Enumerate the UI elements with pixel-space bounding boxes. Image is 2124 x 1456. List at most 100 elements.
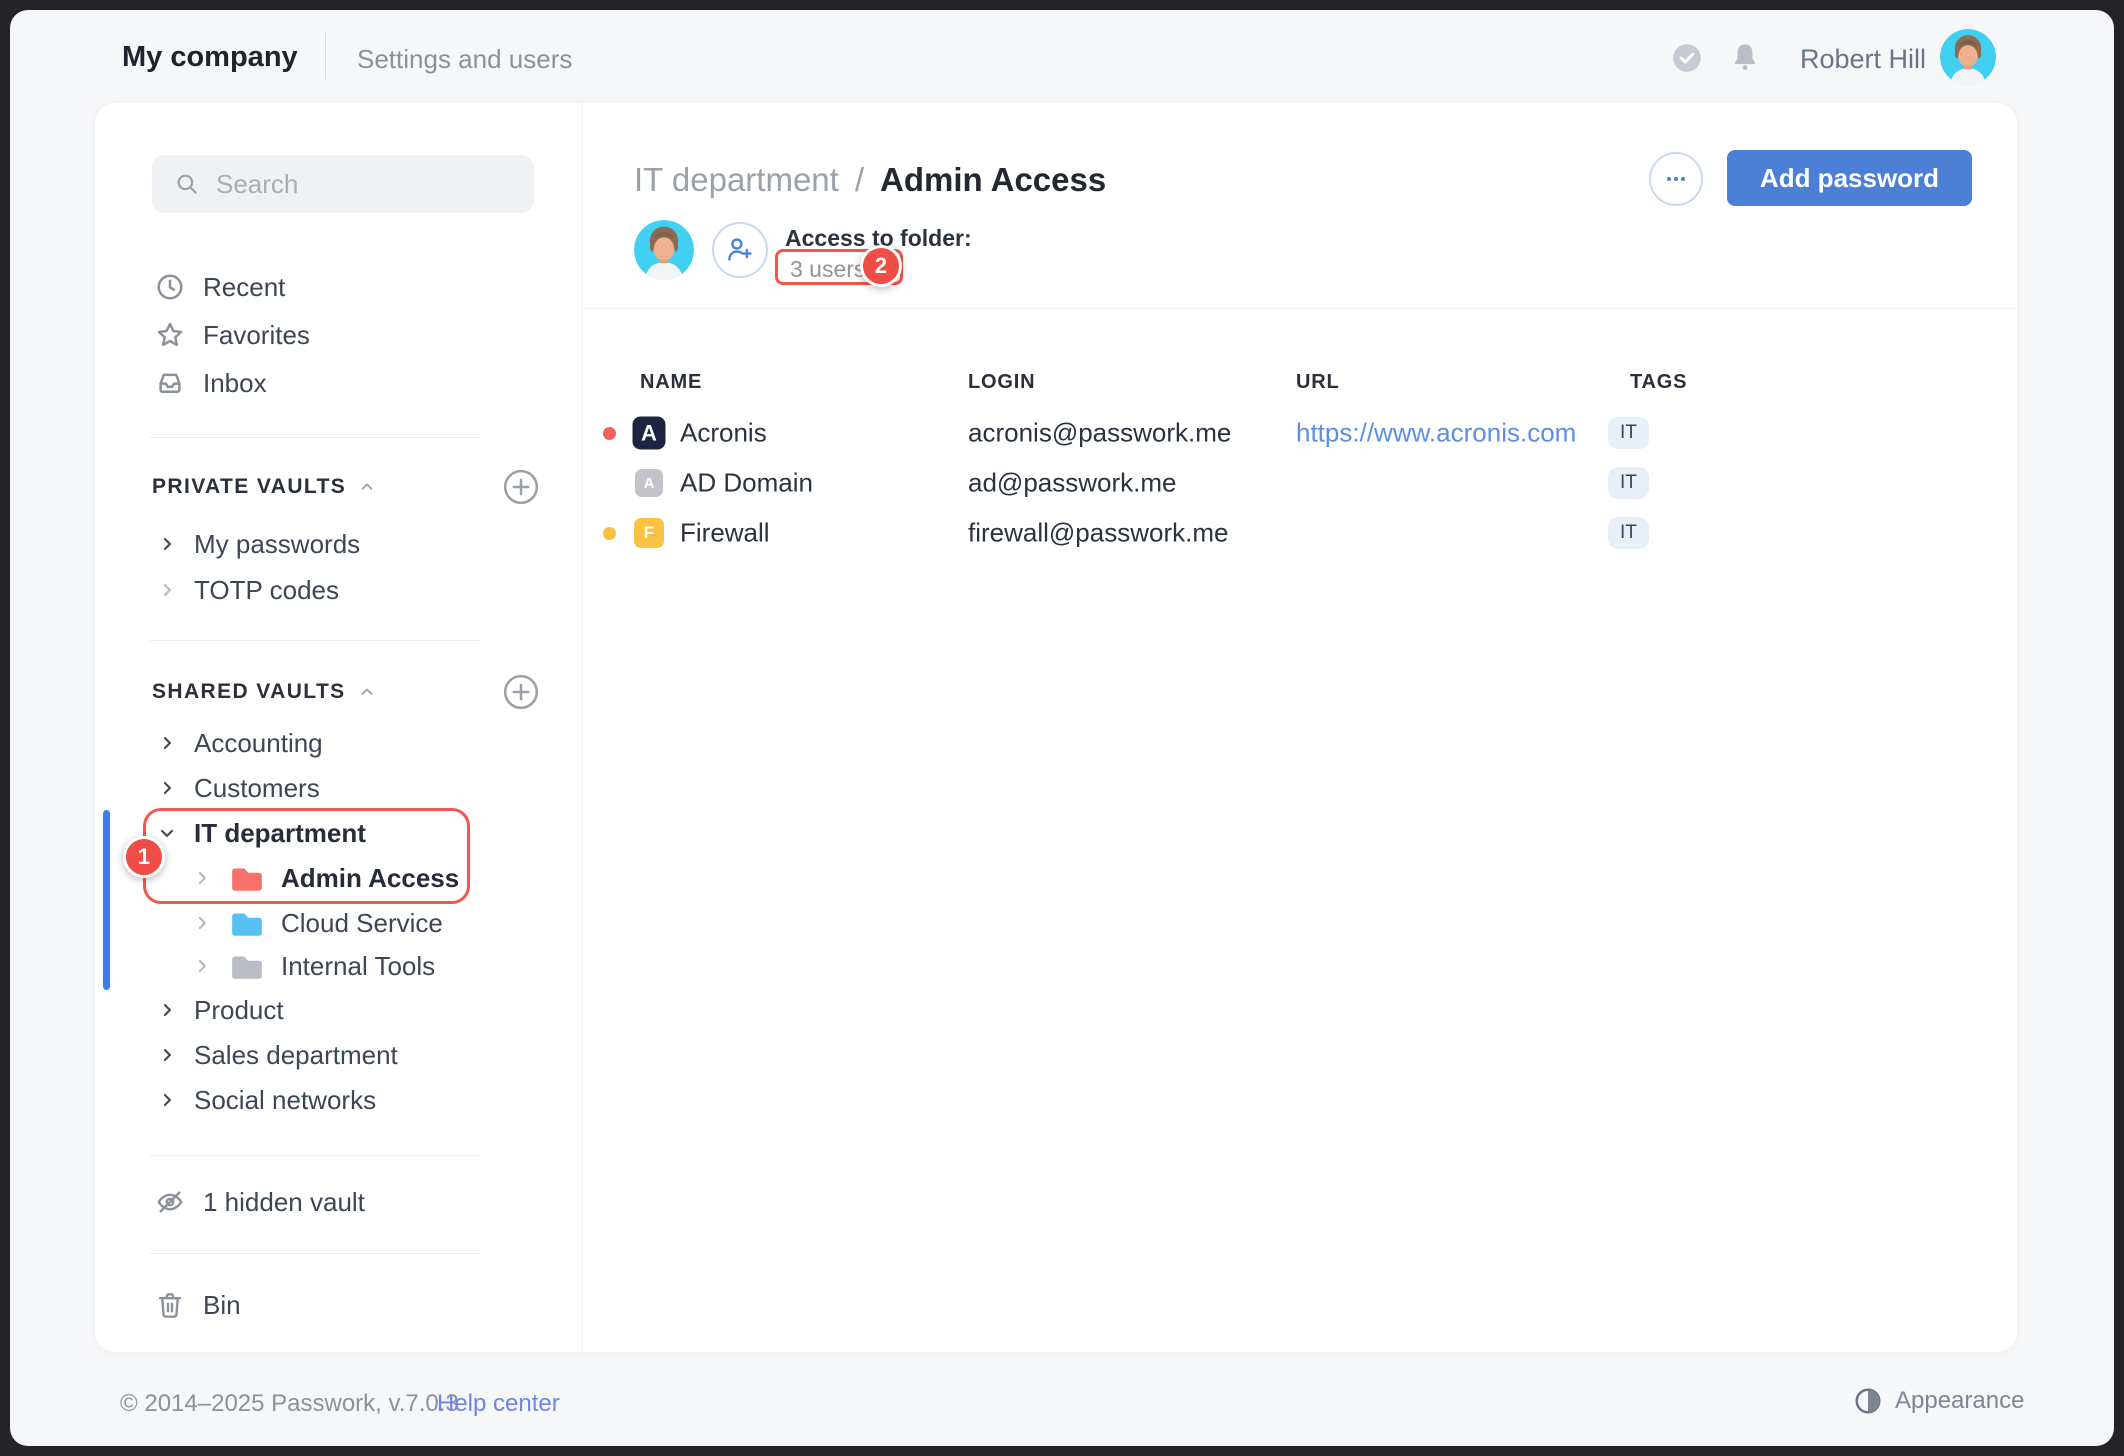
password-name: Acronis: [680, 418, 767, 449]
user-add-icon: [725, 235, 755, 265]
password-name: AD Domain: [680, 468, 813, 499]
sidebar-item-customers[interactable]: Customers: [95, 766, 583, 810]
chevron-right-icon: [157, 1000, 177, 1020]
tag-badge[interactable]: IT: [1608, 517, 1649, 549]
tag-badge[interactable]: IT: [1608, 417, 1649, 449]
chevron-down-icon: [157, 823, 177, 843]
breadcrumb-parent[interactable]: IT department: [634, 161, 839, 199]
sidebar-item-admin-access[interactable]: Admin Access: [95, 856, 583, 900]
more-options-button[interactable]: [1649, 152, 1703, 206]
appearance-label: Appearance: [1895, 1387, 2024, 1415]
chevron-right-icon: [157, 778, 177, 798]
user-avatar[interactable]: [1940, 29, 1996, 85]
column-header-name: NAME: [640, 371, 702, 394]
password-icon: F: [634, 518, 664, 548]
chevron-right-icon: [157, 733, 177, 753]
sidebar-divider: [150, 640, 480, 641]
screenshot-root: My company Settings and users Robert Hil…: [0, 0, 2124, 1456]
sidebar-divider: [150, 437, 480, 438]
chevron-up-icon: [358, 478, 376, 496]
folder-icon: [230, 952, 264, 980]
chevron-up-icon: [358, 683, 376, 701]
clock-icon: [155, 272, 185, 302]
password-icon: A: [633, 417, 666, 450]
password-name: Firewall: [680, 518, 770, 549]
main-area: IT department / Admin Access Access to f…: [584, 103, 2017, 1352]
access-to-folder-label: Access to folder:: [785, 225, 972, 252]
sidebar-item-hidden-vault[interactable]: 1 hidden vault: [145, 1178, 535, 1226]
topbar-divider: [325, 33, 326, 79]
column-header-url: URL: [1296, 371, 1340, 394]
check-circle-icon[interactable]: [1672, 43, 1702, 73]
column-header-login: LOGIN: [968, 371, 1035, 394]
sidebar-item-sales-department[interactable]: Sales department: [95, 1033, 583, 1077]
chevron-right-icon: [157, 580, 177, 600]
sidebar-item-internal-tools[interactable]: Internal Tools: [95, 944, 583, 988]
copyright-text: © 2014–2025 Passwork, v.7.0.3: [120, 1390, 459, 1418]
star-icon: [155, 320, 185, 350]
sidebar-divider: [150, 1155, 480, 1156]
appearance-toggle[interactable]: Appearance: [1853, 1386, 2024, 1416]
shared-vaults-header[interactable]: SHARED VAULTS: [152, 670, 376, 714]
company-name: My company: [122, 41, 298, 74]
status-dot: [603, 427, 616, 440]
sidebar: Recent Favorites Inbox PRIVATE VAULTS My…: [95, 103, 583, 1352]
table-row[interactable]: A AD Domain ad@passwork.me IT: [584, 458, 2017, 508]
appearance-icon: [1853, 1386, 1883, 1416]
sidebar-item-accounting[interactable]: Accounting: [95, 721, 583, 765]
sidebar-item-my-passwords[interactable]: My passwords: [95, 522, 583, 566]
sidebar-item-cloud-service[interactable]: Cloud Service: [95, 901, 583, 945]
search-box[interactable]: [152, 155, 534, 213]
add-user-button[interactable]: [712, 222, 768, 278]
sidebar-item-it-department[interactable]: IT department: [95, 811, 583, 855]
table-header: NAME LOGIN URL TAGS: [584, 371, 2017, 401]
table-row[interactable]: F Firewall firewall@passwork.me IT: [584, 508, 2017, 558]
search-icon: [174, 171, 200, 197]
status-dot: [603, 527, 616, 540]
breadcrumb: IT department / Admin Access: [634, 159, 1106, 201]
ellipsis-icon: [1663, 166, 1689, 192]
folder-icon: [230, 909, 264, 937]
sidebar-item-social-networks[interactable]: Social networks: [95, 1078, 583, 1122]
sidebar-item-recent[interactable]: Recent: [145, 263, 535, 311]
chevron-right-icon: [157, 1090, 177, 1110]
breadcrumb-separator: /: [855, 161, 864, 199]
password-icon: A: [635, 469, 663, 497]
user-name[interactable]: Robert Hill: [1800, 44, 1926, 75]
header-divider: [584, 308, 2017, 309]
chevron-right-icon: [157, 534, 177, 554]
page-title: Admin Access: [880, 161, 1106, 199]
password-url-link[interactable]: https://www.acronis.com: [1296, 418, 1576, 449]
add-password-button[interactable]: Add password: [1727, 150, 1972, 206]
table-row[interactable]: A Acronis acronis@passwork.me https://ww…: [584, 408, 2017, 458]
chevron-right-icon: [192, 956, 212, 976]
search-input[interactable]: [216, 169, 518, 200]
sidebar-item-inbox[interactable]: Inbox: [145, 359, 535, 407]
chevron-right-icon: [192, 913, 212, 933]
folder-owner-avatar[interactable]: [634, 220, 694, 280]
eye-off-icon: [155, 1187, 185, 1217]
add-private-vault-button[interactable]: [502, 468, 540, 506]
password-login: acronis@passwork.me: [968, 418, 1231, 449]
password-login: ad@passwork.me: [968, 468, 1176, 499]
inbox-icon: [155, 368, 185, 398]
bell-icon[interactable]: [1729, 41, 1761, 73]
chevron-right-icon: [192, 868, 212, 888]
folder-icon: [230, 864, 264, 892]
help-center-link[interactable]: Help center: [437, 1390, 560, 1418]
private-vaults-header[interactable]: PRIVATE VAULTS: [152, 465, 376, 509]
sidebar-item-bin[interactable]: Bin: [145, 1281, 535, 1329]
chevron-right-icon: [157, 1045, 177, 1065]
sidebar-item-product[interactable]: Product: [95, 988, 583, 1032]
column-header-tags: TAGS: [1630, 371, 1687, 394]
trash-icon: [155, 1290, 185, 1320]
sidebar-divider: [150, 1253, 480, 1254]
password-login: firewall@passwork.me: [968, 518, 1228, 549]
settings-and-users-link[interactable]: Settings and users: [357, 44, 572, 75]
sidebar-item-favorites[interactable]: Favorites: [145, 311, 535, 359]
access-users-count[interactable]: 3 users: [790, 256, 865, 283]
tag-badge[interactable]: IT: [1608, 467, 1649, 499]
sidebar-item-totp-codes[interactable]: TOTP codes: [95, 568, 583, 612]
content-card: Recent Favorites Inbox PRIVATE VAULTS My…: [95, 103, 2017, 1352]
add-shared-vault-button[interactable]: [502, 673, 540, 711]
